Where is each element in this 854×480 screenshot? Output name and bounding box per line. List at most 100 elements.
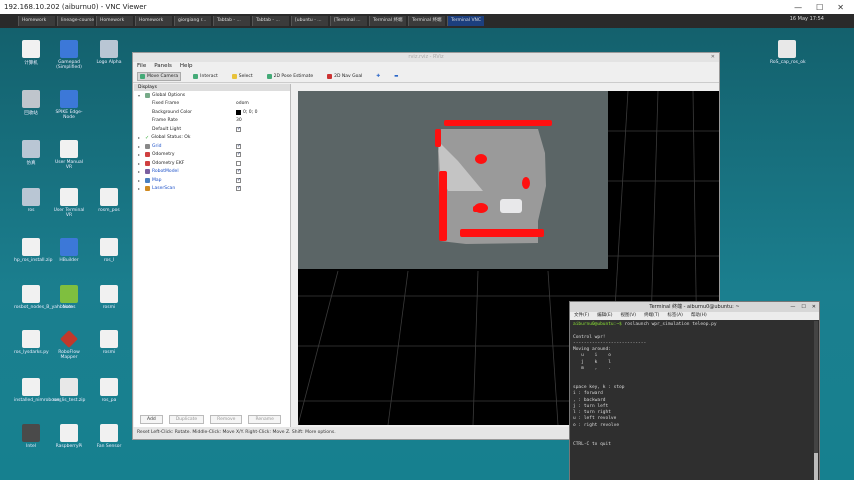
add-tool-button[interactable]: ✚ [374, 73, 382, 80]
expand-triangle-icon[interactable]: ▸ [138, 178, 143, 183]
expand-triangle-icon[interactable]: ▸ [138, 186, 143, 191]
taskbar-item[interactable]: Terminal VNC [447, 16, 484, 26]
taskbar-item[interactable]: Terminal 终端 [408, 16, 445, 26]
desktop-icon[interactable]: RoS_cap_ros_ok [770, 40, 806, 65]
display-enable-checkbox[interactable] [236, 185, 241, 192]
maximize-icon[interactable]: ☐ [801, 302, 805, 312]
desktop-icon[interactable]: RoboFlow Mapper [52, 330, 86, 360]
taskbar-item[interactable]: lineage-course [57, 16, 94, 26]
display-row[interactable]: ▸ Map [134, 176, 290, 185]
taskbar-item[interactable]: Terminal 终端 [369, 16, 406, 26]
display-enable-checkbox[interactable] [236, 177, 241, 183]
frame-rate-row[interactable]: Frame Rate 30 [134, 117, 290, 126]
desktop-icon[interactable]: User Manual VR [52, 140, 86, 170]
display-enable-checkbox[interactable] [236, 143, 241, 149]
taskbar-item[interactable]: [ubuntu - ... [291, 16, 328, 26]
desktop-icon[interactable]: ros_lysdarks.py [14, 330, 49, 355]
default-light-row[interactable]: Default Light [134, 125, 290, 134]
term-menu-edit[interactable]: 编辑(E) [597, 312, 612, 320]
desktop-icon[interactable]: HBuilder [52, 238, 86, 263]
desktop-icon[interactable]: Logo Alpha [92, 40, 126, 65]
expand-triangle-icon[interactable]: ▾ [138, 93, 143, 98]
display-enable-checkbox[interactable] [236, 160, 241, 166]
taskbar-item[interactable]: Homework [18, 16, 55, 26]
display-row[interactable]: ▸ Odometry [134, 151, 290, 160]
desktop-icon[interactable]: RaspberryPi [52, 424, 86, 449]
term-menu-terminal[interactable]: 终端(T) [644, 312, 659, 320]
desktop-icon[interactable]: rosbot_nodes_B_yahboom [14, 285, 73, 310]
remove-tool-button[interactable]: ▬ [392, 73, 400, 80]
term-menu-tabs[interactable]: 标签(A) [667, 312, 683, 320]
global-options-row[interactable]: ▾ Global Options [134, 91, 290, 100]
desktop-icon[interactable]: Notes [52, 285, 86, 310]
close-icon[interactable]: ✕ [837, 3, 844, 12]
display-enable-checkbox[interactable] [236, 168, 241, 175]
terminal-output[interactable]: aiburnu0@ubuntu:~$ roslaunch wpr_simulat… [570, 320, 819, 450]
desktop-icon[interactable]: 计算机 [14, 40, 48, 66]
close-icon[interactable]: ✕ [711, 53, 715, 62]
term-menu-help[interactable]: 帮助(H) [691, 312, 707, 320]
remove-button[interactable]: Remove [210, 415, 243, 424]
interact-tool[interactable]: Interact [191, 73, 220, 80]
minimize-icon[interactable]: — [790, 302, 795, 312]
display-row[interactable]: ▸ Odometry EKF [134, 159, 290, 168]
taskbar-item[interactable]: Homework [135, 16, 172, 26]
add-button[interactable]: Add [140, 415, 163, 424]
taskbar-item[interactable]: Tabtab - ... [213, 16, 250, 26]
desktop-icon[interactable]: 回收站 [14, 90, 48, 116]
desktop-icon[interactable]: rosm_pos [92, 188, 126, 213]
global-status-row[interactable]: ▸ ✓ Global Status: Ok [134, 134, 290, 143]
background-color-row[interactable]: Background Color 0; 0; 0 [134, 108, 290, 117]
menu-help[interactable]: Help [180, 62, 193, 70]
taskbar-item[interactable]: giorgiang r... [174, 16, 211, 26]
menu-panels[interactable]: Panels [154, 62, 172, 70]
taskbar-item[interactable]: Homework [96, 16, 133, 26]
fixed-frame-row[interactable]: Fixed Frame odom [134, 100, 290, 109]
desktop-icon[interactable]: User Terminal VR [52, 188, 86, 218]
maximize-icon[interactable]: ☐ [816, 3, 823, 12]
expand-triangle-icon[interactable]: ▸ [138, 161, 143, 166]
desktop-icon[interactable]: Fan Sensor [92, 424, 126, 449]
remote-desktop[interactable]: Homework lineage-course Homework Homework gi… [0, 14, 854, 480]
expand-triangle-icon[interactable]: ▸ [138, 135, 143, 140]
term-menu-view[interactable]: 视图(V) [620, 312, 636, 320]
desktop-icon[interactable]: rosmi [92, 285, 126, 310]
frame-rate-value[interactable]: 30 [236, 118, 242, 123]
desktop-icon[interactable]: Gamepad (Simplified) [52, 40, 86, 70]
rviz-titlebar[interactable]: rviz.rviz - RViz ✕ [133, 53, 719, 62]
duplicate-button[interactable]: Duplicate [168, 415, 205, 424]
fixed-frame-value[interactable]: odom [236, 101, 249, 106]
display-enable-checkbox[interactable] [236, 151, 241, 158]
desktop-icon[interactable]: installed_nimroboxes [14, 378, 61, 403]
terminal-window[interactable]: Terminal 终端 - aiburnu0@ubuntu: ~ — ☐ ✕ 文… [569, 301, 820, 480]
desktop-icon[interactable]: Intel [14, 424, 48, 449]
desktop-icon[interactable]: SPIKE Edge-Node [52, 90, 86, 120]
menu-file[interactable]: File [137, 62, 146, 70]
display-row[interactable]: ▸ Grid [134, 142, 290, 151]
desktop-icon[interactable]: ros [14, 188, 48, 213]
close-icon[interactable]: ✕ [812, 302, 816, 312]
rename-button[interactable]: Rename [248, 415, 281, 424]
nav-goal-tool[interactable]: 2D Nav Goal [325, 73, 364, 80]
display-row[interactable]: ▸ RobotModel [134, 168, 290, 177]
terminal-scrollbar[interactable] [814, 321, 818, 480]
expand-triangle-icon[interactable]: ▸ [138, 169, 143, 174]
desktop-icon[interactable]: hp_ros_install.zip [14, 238, 52, 263]
desktop-icon[interactable]: rosmi [92, 330, 126, 355]
desktop-icon[interactable]: ros_lis_test.zip [52, 378, 86, 403]
move-camera-tool[interactable]: Move Camera [137, 71, 182, 81]
taskbar-item[interactable]: [Terminal ... [330, 16, 367, 26]
pose-estimate-tool[interactable]: 2D Pose Estimate [265, 73, 316, 80]
select-tool[interactable]: Select [230, 73, 255, 80]
desktop-icon[interactable]: ros_pa [92, 378, 126, 403]
desktop-icon[interactable]: 仿真 [14, 140, 48, 166]
expand-triangle-icon[interactable]: ▸ [138, 144, 143, 149]
desktop-icon[interactable]: ros_l [92, 238, 126, 263]
term-menu-file[interactable]: 文件(F) [574, 312, 589, 320]
taskbar-item[interactable]: Tabtab - ... [252, 16, 289, 26]
default-light-checkbox[interactable] [236, 126, 241, 132]
expand-triangle-icon[interactable]: ▸ [138, 152, 143, 157]
terminal-titlebar[interactable]: Terminal 终端 - aiburnu0@ubuntu: ~ — ☐ ✕ [570, 302, 819, 312]
minimize-icon[interactable]: — [794, 3, 802, 12]
display-row[interactable]: ▸ LaserScan [134, 185, 290, 194]
